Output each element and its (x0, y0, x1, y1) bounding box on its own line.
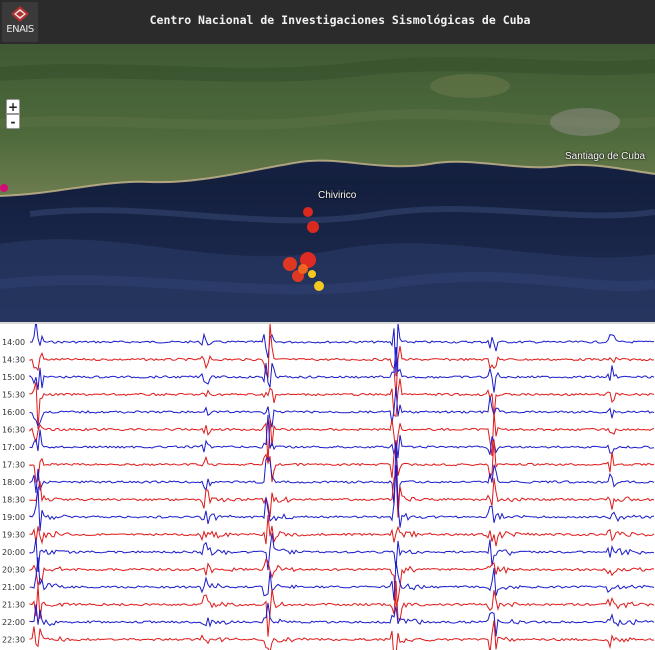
seismic-trace (29, 514, 655, 547)
time-label: 22:30 (2, 636, 25, 645)
time-label: 14:00 (2, 338, 25, 347)
seismic-trace (29, 411, 655, 464)
seismic-trace (29, 324, 655, 397)
map-label-chivirico: Chivirico (318, 190, 357, 201)
event-marker[interactable] (307, 221, 319, 233)
seismogram-panel: 14:00 14:30 15:00 15:30 16:00 16:30 17:00 17:30… (0, 322, 655, 650)
zoom-in-button[interactable]: + (6, 99, 20, 114)
seismic-trace (29, 378, 655, 430)
event-marker[interactable] (283, 257, 297, 271)
app-header: ENAIS Centro Nacional de Investigaciones… (0, 0, 655, 44)
seismic-trace (29, 347, 655, 393)
seismic-trace (29, 439, 655, 484)
time-label: 20:00 (2, 548, 25, 557)
time-label: 16:00 (2, 408, 25, 417)
time-label: 20:30 (2, 566, 25, 575)
seismic-trace (29, 558, 655, 607)
seismic-trace (29, 387, 655, 428)
seismic-trace (29, 580, 655, 637)
page-title: Centro Nacional de Investigaciones Sismo… (149, 13, 531, 27)
time-label: 17:30 (2, 461, 25, 470)
time-label: 21:30 (2, 601, 25, 610)
logo-text: ENAIS (6, 24, 34, 35)
seismic-trace (29, 620, 654, 650)
time-label: 21:00 (2, 583, 25, 592)
seismic-trace (29, 414, 655, 459)
seismic-trace (29, 602, 655, 637)
cenais-logo: ENAIS (2, 2, 38, 42)
event-marker[interactable] (0, 184, 8, 192)
time-label: 14:30 (2, 356, 25, 365)
seismic-trace (29, 472, 655, 518)
epicenter-map[interactable]: + - Santiago de Cuba Chivirico (0, 44, 655, 322)
time-label: 19:30 (2, 531, 25, 540)
satellite-map-layer[interactable] (0, 44, 655, 322)
logo-emblem-icon (11, 6, 29, 22)
time-label: 19:00 (2, 513, 25, 522)
event-marker[interactable] (298, 264, 308, 274)
time-label: 18:00 (2, 478, 25, 487)
event-marker[interactable] (303, 207, 313, 217)
time-label: 22:00 (2, 618, 25, 627)
time-label: 17:00 (2, 443, 25, 452)
time-label: 18:30 (2, 496, 25, 505)
seismic-trace (29, 533, 655, 573)
time-label: 15:30 (2, 391, 25, 400)
seismic-trace (29, 557, 655, 601)
seismic-trace (29, 439, 655, 508)
zoom-out-button[interactable]: - (6, 114, 20, 129)
time-label: 16:30 (2, 426, 25, 435)
time-label: 15:00 (2, 373, 25, 382)
seismic-trace (29, 324, 655, 377)
event-marker[interactable] (308, 270, 316, 278)
map-label-santiago: Santiago de Cuba (565, 151, 646, 162)
event-marker[interactable] (314, 281, 324, 291)
seismogram-traces: 14:00 14:30 15:00 15:30 16:00 16:30 17:00 17:30… (2, 324, 655, 650)
